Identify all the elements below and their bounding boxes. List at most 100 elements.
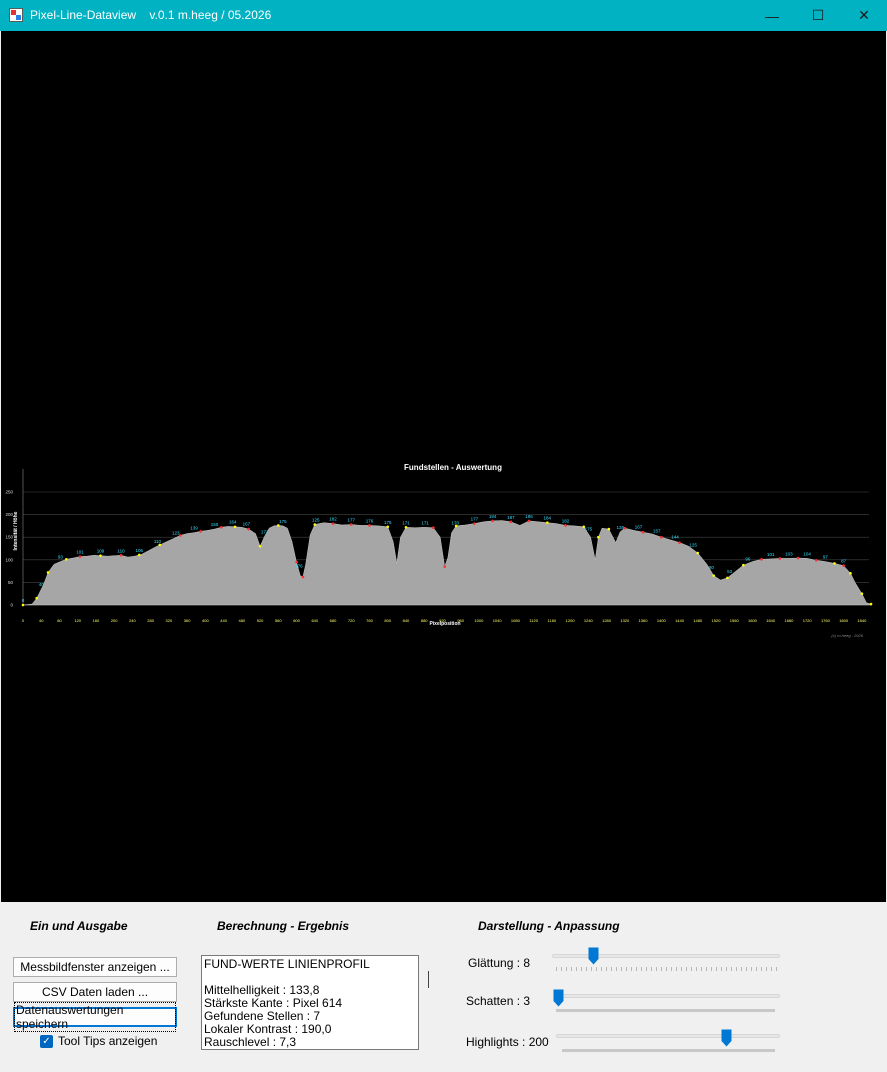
chart-marker <box>258 544 262 548</box>
smoothing-slider-thumb[interactable] <box>588 947 599 965</box>
chart-data-label: 182 <box>562 518 570 523</box>
tooltips-checkbox[interactable]: ✓ <box>40 1035 53 1048</box>
chart-marker <box>527 519 531 523</box>
chart-x-tick-label: 1200 <box>566 618 576 623</box>
chart-y-tick-label: 0 <box>10 603 13 608</box>
chart-marker <box>349 523 353 526</box>
chart-marker <box>659 535 663 539</box>
results-textbox[interactable]: FUND-WERTE LINIENPROFIL Mittelhelligkeit… <box>201 955 419 1050</box>
chart-x-tick-label: 880 <box>421 618 428 623</box>
chart-x-tick-label: 200 <box>111 618 118 623</box>
chart-area <box>22 520 872 606</box>
chart-x-tick-label: 1720 <box>803 618 813 623</box>
chart-data-label: 176 <box>366 518 374 523</box>
chart-marker <box>564 524 567 527</box>
chart-data-label: 175 <box>279 519 287 524</box>
chart-marker <box>78 555 82 558</box>
chart-data-label: 184 <box>544 516 552 521</box>
shadow-slider-thumb[interactable] <box>553 989 564 1007</box>
chart-marker <box>849 572 852 575</box>
chart-marker <box>726 576 729 580</box>
chart-data-label: 167 <box>243 521 251 526</box>
chart-marker <box>404 525 408 529</box>
chart-marker <box>742 563 745 567</box>
title-bar: Pixel-Line-Dataview v.0.1 m.heeg / 05.20… <box>0 0 887 31</box>
result-line: Rauschlevel : 7,3 <box>204 1035 297 1049</box>
chart-x-tick-label: 1800 <box>839 618 849 623</box>
chart-data-label: 171 <box>421 520 429 525</box>
save-analysis-button[interactable]: Datenauswertungen speichern <box>13 1002 177 1032</box>
chart-marker <box>35 596 38 600</box>
chart-marker <box>607 527 611 531</box>
chart-data-label: 138 <box>616 525 624 530</box>
chart-data-label: 97 <box>823 555 829 560</box>
tooltips-label[interactable]: Tool Tips anzeigen <box>58 1034 157 1048</box>
chart-data-label: 110 <box>154 539 162 544</box>
chart-x-tick-label: 760 <box>366 618 373 623</box>
chart-marker <box>546 521 549 525</box>
chart-marker <box>331 522 335 525</box>
show-measure-window-button[interactable]: Messbildfenster anzeigen ... <box>13 957 177 977</box>
chart-data-label: 186 <box>525 514 533 519</box>
smoothing-tick-marks <box>556 967 778 971</box>
chart-canvas: Fundstellen - Auswertung Intensität / Hö… <box>1 31 886 902</box>
chart-x-tick-label: 160 <box>93 618 100 623</box>
chart-x-tick-label: 1640 <box>766 618 776 623</box>
chart-marker <box>443 565 447 568</box>
chart-marker <box>712 574 716 577</box>
chart-data-label: 170 <box>451 520 459 525</box>
highlights-label: Highlights : 200 <box>466 1035 549 1049</box>
chart-data-label: 96 <box>745 556 751 561</box>
chart-data-label: 157 <box>653 529 661 534</box>
chart-x-tick-label: 240 <box>129 618 136 623</box>
chart-x-tick-label: 1280 <box>602 618 612 623</box>
chart-x-tick-label: 720 <box>348 618 355 623</box>
chart-marker <box>509 520 513 524</box>
highlights-slider-thumb[interactable] <box>721 1029 732 1047</box>
chart-data-label: 125 <box>312 517 320 522</box>
chart-x-tick-label: 0 <box>22 618 25 623</box>
chart-data-label: 104 <box>803 551 811 556</box>
chart-data-label: 175 <box>585 527 593 532</box>
close-button[interactable]: ✕ <box>841 0 887 31</box>
chart-marker <box>313 523 317 526</box>
chart-x-tick-label: 1760 <box>821 618 831 623</box>
chart-x-tick-label: 960 <box>457 618 464 623</box>
save-analysis-label: Datenauswertungen speichern <box>14 1002 176 1032</box>
chart-marker <box>778 557 782 560</box>
chart-y-tick-label: 200 <box>5 512 13 517</box>
load-csv-button[interactable]: CSV Daten laden ... <box>13 982 177 1002</box>
calc-section-title: Berechnung - Ergebnis <box>217 919 350 933</box>
result-line: FUND-WERTE LINIENPROFIL <box>204 957 370 971</box>
chart-marker <box>842 564 845 567</box>
maximize-button[interactable]: ☐ <box>795 0 841 31</box>
chart-data-label: 123 <box>172 531 180 536</box>
chart-x-tick-label: 40 <box>39 618 44 623</box>
chart-marker <box>233 525 237 529</box>
chart-data-label: 101 <box>767 552 775 557</box>
chart-x-tick-label: 1000 <box>474 618 484 623</box>
chart-marker <box>386 525 390 529</box>
chart-data-label: 103 <box>785 551 793 556</box>
chart-x-tick-label: 360 <box>184 618 191 623</box>
display-section-title: Darstellung - Anpassung <box>478 919 620 933</box>
chart-data-label: 0 <box>22 598 25 603</box>
chart-x-tick-label: 1160 <box>548 618 557 623</box>
chart-data-label: 139 <box>190 526 198 531</box>
smoothing-slider-track[interactable] <box>552 954 780 958</box>
chart-marker <box>277 524 280 527</box>
window-title: Pixel-Line-Dataview v.0.1 m.heeg / 05.20… <box>30 8 272 22</box>
minimize-button[interactable]: — <box>749 0 795 31</box>
chart-data-label: 101 <box>76 550 84 555</box>
text-cursor <box>428 971 429 988</box>
control-panel: Ein und Ausgabe Berechnung - Ergebnis Da… <box>0 902 887 1072</box>
shadow-slider-track[interactable] <box>556 994 780 998</box>
chart-x-tick-label: 480 <box>238 618 245 623</box>
chart-data-label: 187 <box>507 515 515 520</box>
chart-x-tick-label: 1320 <box>620 618 630 623</box>
chart-x-tick-label: 680 <box>330 618 337 623</box>
highlights-slider-track[interactable] <box>556 1034 780 1038</box>
profile-chart: Fundstellen - Auswertung Intensität / Hö… <box>5 463 873 638</box>
chart-marker <box>860 592 864 595</box>
chart-x-tick-label: 1680 <box>784 618 794 623</box>
